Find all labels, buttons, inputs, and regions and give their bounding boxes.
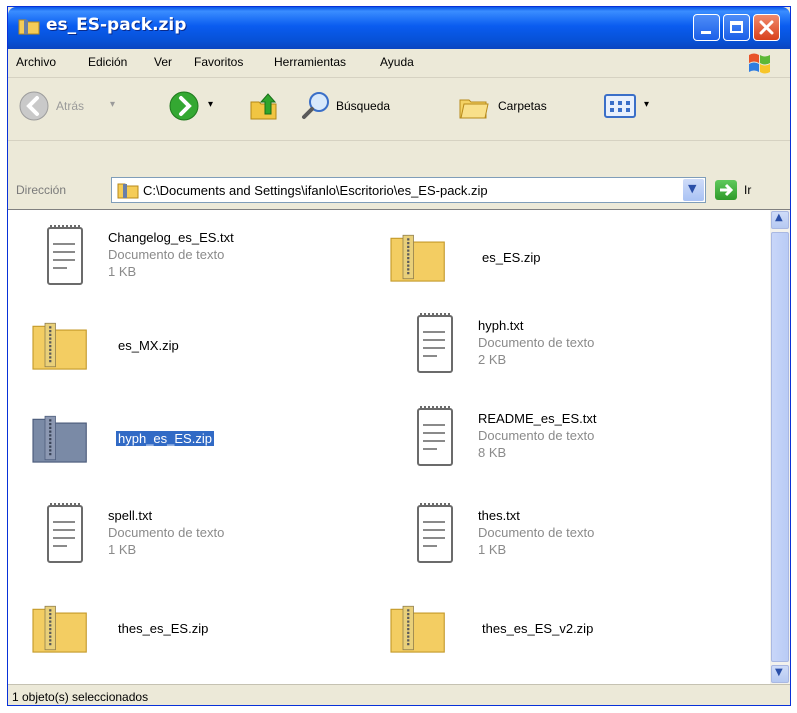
minimize-button[interactable] [693,14,720,41]
file-type: Documento de texto [478,525,595,540]
go-button[interactable] [715,180,737,200]
zip-folder-icon [18,19,40,35]
scrollbar-thumb[interactable] [771,232,789,662]
views-dropdown-icon: ▾ [644,99,650,110]
zip-folder-icon [32,605,87,653]
status-bar: 1 objeto(s) seleccionados [8,684,790,705]
vertical-scrollbar[interactable]: ▲ ▼ [770,209,790,685]
windows-logo-icon [749,53,770,74]
address-input[interactable]: C:\Documents and Settings\ifanlo\Escrito… [111,177,706,203]
zip-folder-icon [390,234,445,282]
file-item[interactable]: spell.txt Documento de texto 1 KB [38,500,398,580]
menu-bar: Archivo Edición Ver Favoritos Herramient… [8,49,790,78]
zip-folder-icon [390,605,445,653]
text-document-icon [417,503,453,563]
file-item[interactable]: Changelog_es_ES.txt Documento de texto 1… [38,222,398,302]
minimize-icon [701,31,711,34]
search-button[interactable]: Búsqueda [300,90,440,124]
zip-folder-icon [32,322,87,370]
file-item[interactable]: thes_es_ES_v2.zip [388,593,748,673]
file-name: hyph_es_ES.zip [116,431,214,446]
address-dropdown-button[interactable]: ▼ [683,179,704,201]
file-name: hyph.txt [478,318,524,333]
forward-arrow-icon [169,91,199,121]
menu-archivo[interactable]: Archivo [16,55,56,69]
file-size: 1 KB [478,542,507,557]
file-item[interactable]: thes_es_ES.zip [30,593,390,673]
file-item[interactable]: hyph.txt Documento de texto 2 KB [408,310,768,390]
search-icon [302,92,329,119]
text-document-icon [47,503,83,563]
file-size: 2 KB [478,352,507,367]
window-title: es_ES-pack.zip [46,15,187,35]
status-text: 1 objeto(s) seleccionados [12,690,149,704]
chevron-down-icon: ▼ [775,667,783,678]
scroll-up-button[interactable]: ▲ [771,211,789,229]
go-label[interactable]: Ir [744,183,751,197]
zip-folder-icon [117,183,139,199]
back-label: Atrás [56,99,85,113]
menu-ayuda[interactable]: Ayuda [380,55,414,69]
file-name: thes.txt [478,508,520,523]
text-document-icon [417,313,453,373]
file-item[interactable]: thes.txt Documento de texto 1 KB [408,500,768,580]
menu-favoritos[interactable]: Favoritos [194,55,243,69]
title-bar[interactable]: es_ES-pack.zip [8,7,790,49]
views-button[interactable]: ▾ [602,90,672,124]
folders-button[interactable]: Carpetas [458,90,588,124]
maximize-icon [730,21,743,33]
menu-ver[interactable]: Ver [154,55,172,69]
views-icon [604,94,636,118]
file-size: 1 KB [108,542,137,557]
menu-edicion[interactable]: Edición [88,55,127,69]
file-type: Documento de texto [108,247,225,262]
back-dropdown-icon: ▾ [110,99,116,110]
address-bar: Dirección C:\Documents and Settings\ifan… [8,172,790,208]
file-item[interactable]: README_es_ES.txt Documento de texto 8 KB [408,403,768,483]
file-type: Documento de texto [108,525,225,540]
file-name: thes_es_ES.zip [118,621,209,636]
close-icon [759,20,774,35]
chevron-up-icon: ▲ [775,212,783,223]
maximize-button[interactable] [723,14,750,41]
close-button[interactable] [753,14,780,41]
file-name: README_es_ES.txt [478,411,597,426]
file-size: 1 KB [108,264,137,279]
search-label: Búsqueda [336,99,391,113]
text-document-icon [47,225,83,285]
folders-icon [459,99,489,119]
toolbar: Atrás ▾ ▾ Búsqueda Carpetas ▾ [8,78,790,141]
file-name: spell.txt [108,508,153,523]
file-name: Changelog_es_ES.txt [108,230,234,245]
file-name: thes_es_ES_v2.zip [482,621,594,636]
back-button[interactable]: Atrás ▾ [18,90,138,124]
menu-herramientas[interactable]: Herramientas [274,55,346,69]
file-list: Changelog_es_ES.txt Documento de texto 1… [8,209,770,685]
file-size: 8 KB [478,445,507,460]
chevron-down-icon: ▼ [688,182,697,195]
address-label: Dirección [16,183,67,197]
file-item[interactable]: es_MX.zip [30,310,390,390]
forward-dropdown-icon: ▾ [208,99,214,110]
text-document-icon [417,406,453,466]
go-arrow-icon [720,183,734,197]
explorer-window: es_ES-pack.zip Archivo Edición Ver Favor… [7,6,791,706]
up-folder-icon[interactable] [248,90,280,122]
forward-button[interactable]: ▾ [168,90,224,124]
file-type: Documento de texto [478,428,595,443]
scroll-down-button[interactable]: ▼ [771,665,789,683]
address-path: C:\Documents and Settings\ifanlo\Escrito… [143,183,488,198]
file-name: es_ES.zip [482,250,541,265]
file-item[interactable]: es_ES.zip [388,222,748,302]
zip-folder-icon [32,415,87,463]
file-name: es_MX.zip [118,338,179,353]
back-arrow-icon [19,91,49,121]
file-type: Documento de texto [478,335,595,350]
file-item-selected[interactable]: hyph_es_ES.zip [30,403,390,483]
folders-label: Carpetas [498,99,547,113]
